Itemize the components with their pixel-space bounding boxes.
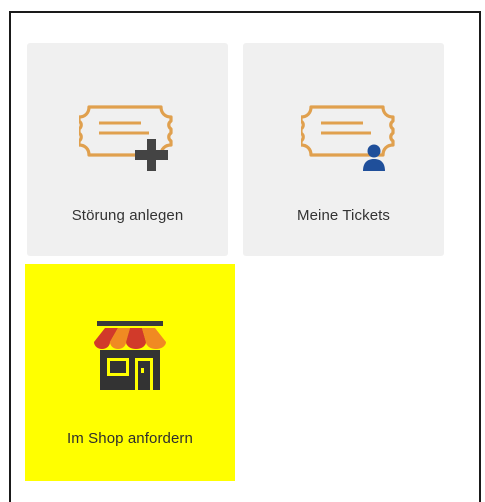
tile-label: Störung anlegen: [71, 207, 184, 224]
tile-label: Meine Tickets: [297, 207, 390, 224]
tile-create-incident[interactable]: Störung anlegen: [27, 43, 228, 256]
shop-icon: [94, 321, 166, 390]
tile-shop-request[interactable]: Im Shop anfordern: [25, 264, 235, 481]
tile-label: Im Shop anfordern: [67, 430, 193, 447]
ticket-add-icon: [79, 105, 173, 171]
ticket-user-icon: [301, 105, 395, 171]
tile-my-tickets[interactable]: Meine Tickets: [243, 43, 444, 256]
